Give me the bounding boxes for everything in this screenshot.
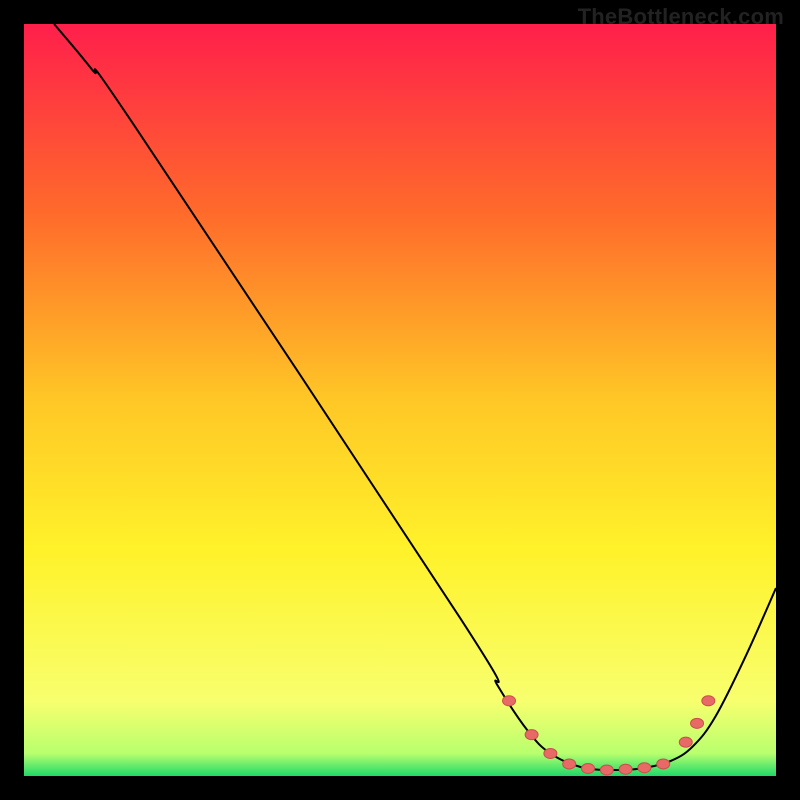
data-marker [544,748,557,758]
data-marker [503,696,516,706]
chart-container: TheBottleneck.com [0,0,800,800]
data-marker [563,759,576,769]
data-marker [582,763,595,773]
plot-area [24,24,776,776]
data-marker [525,730,538,740]
data-marker [691,718,704,728]
gradient-background [24,24,776,776]
data-marker [679,737,692,747]
data-marker [702,696,715,706]
data-marker [657,759,670,769]
data-marker [619,764,632,774]
data-marker [600,765,613,775]
chart-svg [24,24,776,776]
data-marker [638,763,651,773]
